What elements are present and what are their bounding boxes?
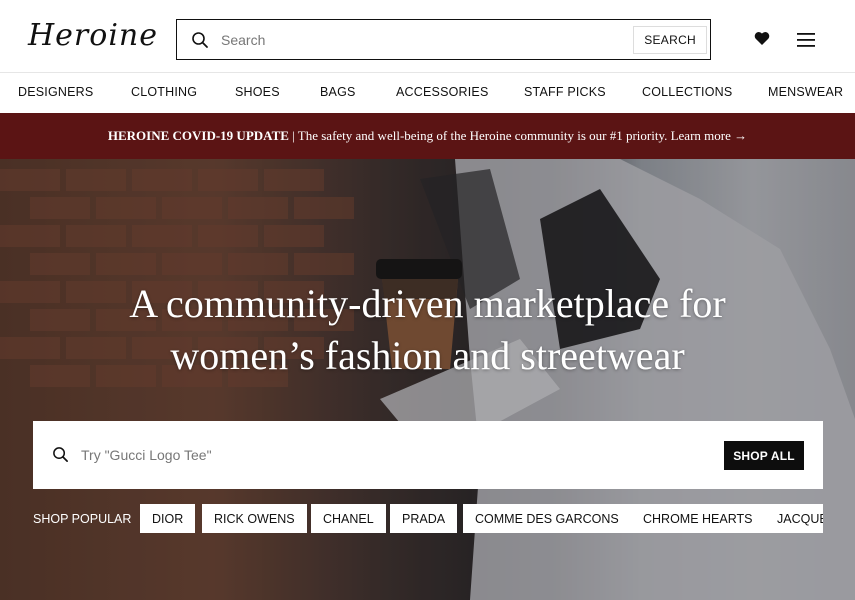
- hero-search-input[interactable]: [81, 444, 681, 466]
- hero-title-line-1: A community-driven marketplace for: [129, 281, 726, 326]
- chip-chanel[interactable]: CHANEL: [311, 504, 386, 533]
- site-header: Heroine SEARCH: [0, 0, 855, 72]
- nav-item-bags[interactable]: BAGS: [320, 85, 356, 99]
- search-icon: [53, 447, 68, 462]
- hero-title-line-2: women’s fashion and streetwear: [170, 333, 685, 378]
- popular-designer-chips: DIOR RICK OWENS CHANEL PRADA COMME DES G…: [140, 504, 823, 533]
- nav-item-staff-picks[interactable]: STAFF PICKS: [524, 85, 606, 99]
- nav-item-collections[interactable]: COLLECTIONS: [642, 85, 732, 99]
- nav-item-menswear[interactable]: MENSWEAR: [768, 85, 843, 99]
- category-nav: DESIGNERS CLOTHING SHOES BAGS ACCESSORIE…: [0, 72, 855, 113]
- chip-jacquemus[interactable]: JACQUEMUS: [765, 504, 823, 533]
- chip-prada[interactable]: PRADA: [390, 504, 458, 533]
- chip-rick-owens[interactable]: RICK OWENS: [202, 504, 307, 533]
- heroine-logo[interactable]: Heroine: [28, 18, 158, 53]
- hamburger-menu-icon[interactable]: [797, 33, 815, 47]
- covid-update-banner[interactable]: HEROINE COVID-19 UPDATE | The safety and…: [0, 113, 855, 159]
- nav-item-clothing[interactable]: CLOTHING: [131, 85, 197, 99]
- shop-popular-label: SHOP POPULAR: [33, 512, 132, 526]
- search-icon: [192, 32, 208, 48]
- nav-item-accessories[interactable]: ACCESSORIES: [396, 85, 489, 99]
- chip-chrome-hearts[interactable]: CHROME HEARTS: [631, 504, 765, 533]
- hero-section: A community-driven marketplace for women…: [0, 159, 855, 600]
- hero-search-box: SHOP ALL: [33, 421, 823, 489]
- shop-all-button[interactable]: SHOP ALL: [724, 441, 804, 470]
- nav-item-designers[interactable]: DESIGNERS: [18, 85, 93, 99]
- header-search-box: SEARCH: [176, 19, 711, 60]
- chip-dior[interactable]: DIOR: [140, 504, 196, 533]
- heart-icon[interactable]: [754, 31, 770, 46]
- banner-message: | The safety and well-being of the Heroi…: [288, 128, 748, 143]
- header-search-input[interactable]: [221, 28, 621, 52]
- header-search-button[interactable]: SEARCH: [633, 26, 707, 54]
- nav-item-shoes[interactable]: SHOES: [235, 85, 280, 99]
- chip-comme-des-garcons[interactable]: COMME DES GARCONS: [463, 504, 631, 533]
- banner-heading: HEROINE COVID-19 UPDATE: [107, 128, 289, 143]
